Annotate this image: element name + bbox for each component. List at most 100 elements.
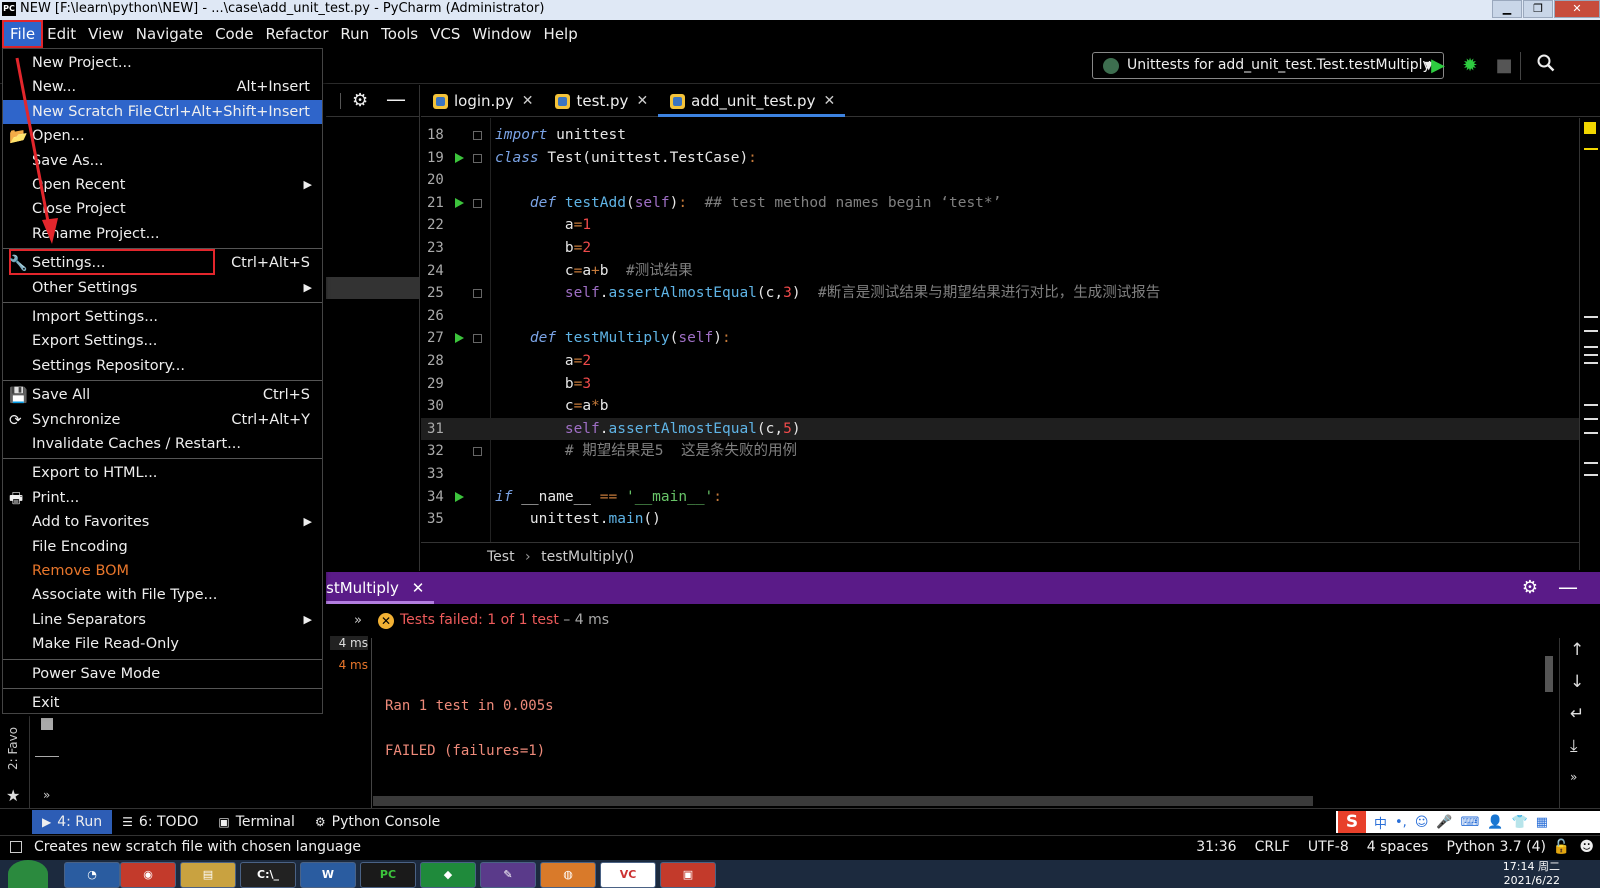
close-icon[interactable]: ✕: [412, 579, 425, 597]
editor-tab[interactable]: test.py ✕: [543, 85, 658, 117]
menu-item-file-encoding[interactable]: File Encoding: [3, 535, 322, 559]
gear-icon[interactable]: ⚙: [1522, 577, 1538, 598]
menu-edit[interactable]: Edit: [41, 22, 82, 46]
menu-item-remove-bom[interactable]: Remove BOM: [3, 559, 322, 583]
run-button[interactable]: ▶: [1426, 54, 1450, 78]
code-line[interactable]: 28 a=2: [421, 350, 1579, 373]
apps-icon[interactable]: ▦: [1536, 815, 1548, 830]
code-line[interactable]: 23 b=2: [421, 237, 1579, 260]
close-window-button[interactable]: ✕: [1554, 0, 1600, 18]
code-line[interactable]: 30 c=a*b: [421, 395, 1579, 418]
menu-help[interactable]: Help: [538, 22, 584, 46]
caret-position[interactable]: 31:36: [1196, 836, 1236, 858]
pycharm-icon[interactable]: PC: [360, 862, 416, 888]
vc-icon[interactable]: VC: [600, 862, 656, 888]
run-configuration-dropdown[interactable]: Unittests for add_unit_test.Test.testMul…: [1092, 52, 1444, 79]
run-gutter-icon[interactable]: [455, 197, 464, 208]
menu-item-power-save-mode[interactable]: Power Save Mode: [3, 662, 322, 686]
word-icon[interactable]: W: [300, 862, 356, 888]
arrow-down-icon[interactable]: ↓: [1570, 672, 1584, 692]
skin-icon[interactable]: 👕: [1512, 815, 1528, 830]
scroll-to-end-icon[interactable]: ⤓: [1570, 736, 1578, 756]
app-icon[interactable]: ◍: [540, 862, 596, 888]
menu-item-line-separators[interactable]: Line Separators ▶: [3, 608, 322, 632]
menu-item-new-scratch-file[interactable]: New Scratch File Ctrl+Alt+Shift+Insert: [3, 99, 322, 124]
chevron-right-icon[interactable]: »: [1570, 770, 1577, 784]
fold-marker-icon[interactable]: [473, 198, 482, 208]
hide-panel-icon[interactable]: —: [386, 87, 406, 111]
menu-item-save-all[interactable]: 💾 Save All Ctrl+S: [3, 383, 322, 407]
tool-button-terminal[interactable]: ▣ Terminal: [208, 810, 305, 834]
menu-item-other-settings[interactable]: Other Settings ▶: [3, 276, 322, 300]
editor-tab[interactable]: login.py ✕: [421, 85, 543, 117]
menu-item-make-file-read-only[interactable]: Make File Read-Only: [3, 632, 322, 656]
code-line[interactable]: 19 class Test(unittest.TestCase):: [421, 147, 1579, 170]
menu-item-export-to-html[interactable]: Export to HTML...: [3, 461, 322, 485]
gear-icon[interactable]: ⚙: [352, 90, 368, 111]
stop-button[interactable]: ■: [1492, 54, 1516, 78]
folder-icon[interactable]: ▤: [180, 862, 236, 888]
menu-tools[interactable]: Tools: [375, 22, 424, 46]
soft-wrap-icon[interactable]: ↵: [1570, 704, 1584, 724]
close-icon[interactable]: ✕: [636, 93, 648, 109]
minimize-button[interactable]: ▁: [1492, 0, 1522, 18]
run-gutter-icon[interactable]: [455, 152, 464, 163]
ime-toolbar[interactable]: S 中 •, ☺ 🎤 ⌨ 👤 👕 ▦: [1336, 811, 1600, 833]
chrome-icon[interactable]: ◉: [120, 862, 176, 888]
close-icon[interactable]: ✕: [522, 93, 534, 109]
start-button[interactable]: [8, 860, 48, 888]
app-icon[interactable]: ▣: [660, 862, 716, 888]
warning-stripe-icon[interactable]: [1584, 122, 1596, 134]
fold-marker-icon[interactable]: [473, 131, 482, 140]
fold-marker-icon[interactable]: [473, 153, 482, 163]
run-gutter-icon[interactable]: [455, 491, 464, 502]
menu-item-export-settings[interactable]: Export Settings...: [3, 329, 322, 353]
chevron-right-icon[interactable]: »: [354, 613, 362, 628]
test-root-time[interactable]: 4 ms: [330, 636, 368, 650]
menu-item-print[interactable]: 🖶 Print...: [3, 486, 322, 510]
menu-view[interactable]: View: [82, 22, 130, 46]
menu-item-settings-repository[interactable]: Settings Repository...: [3, 354, 322, 378]
tool-button-4-run[interactable]: ▶ 4: Run: [32, 809, 113, 834]
inspector-icon[interactable]: ☻: [1579, 836, 1594, 858]
chinese-mode-icon[interactable]: 中: [1374, 813, 1387, 832]
menu-refactor[interactable]: Refactor: [259, 22, 334, 46]
project-tree-selected-row[interactable]: [326, 277, 420, 299]
console-output[interactable]: Ran 1 test in 0.005s FAILED (failures=1): [373, 638, 1559, 808]
app-icon[interactable]: ✎: [480, 862, 536, 888]
fold-marker-icon[interactable]: [473, 334, 482, 344]
editor-tab[interactable]: add_unit_test.py ✕: [658, 85, 846, 117]
menu-run[interactable]: Run: [334, 22, 375, 46]
code-line[interactable]: 31 self.assertAlmostEqual(c,5): [421, 417, 1579, 441]
horizontal-scrollbar[interactable]: [373, 796, 1313, 806]
menu-navigate[interactable]: Navigate: [130, 22, 209, 46]
menu-item-close-project[interactable]: Close Project: [3, 197, 322, 221]
system-clock[interactable]: 17:14 周二 2021/6/22: [1503, 860, 1560, 888]
code-line[interactable]: 22 a=1: [421, 214, 1579, 237]
vertical-scrollbar[interactable]: [1545, 656, 1553, 692]
search-everywhere-button[interactable]: [1534, 54, 1558, 78]
test-results-tree[interactable]: 4 ms 4 ms: [326, 636, 372, 808]
menu-file[interactable]: File: [1, 20, 44, 48]
tool-button-python-console[interactable]: ⚙ Python Console: [305, 810, 450, 834]
code-line[interactable]: 29 b=3: [421, 373, 1579, 396]
code-line[interactable]: 27 def testMultiply(self):: [421, 327, 1579, 350]
code-line[interactable]: 26: [421, 305, 1579, 328]
lock-icon[interactable]: 🔓: [1553, 836, 1570, 858]
hide-icon[interactable]: —: [1558, 575, 1578, 599]
code-line[interactable]: 21 def testAdd(self): ## test method nam…: [421, 192, 1579, 215]
breadcrumb-method[interactable]: testMultiply(): [541, 549, 634, 565]
tool-windows-toggle-icon[interactable]: [10, 841, 22, 853]
code-line[interactable]: 34 if __name__ == '__main__':: [421, 486, 1579, 509]
menu-item-exit[interactable]: Exit: [3, 691, 322, 715]
debug-bug-icon[interactable]: ✹: [1458, 54, 1482, 78]
code-line[interactable]: 20: [421, 169, 1579, 192]
user-icon[interactable]: 👤: [1487, 815, 1503, 830]
menu-window[interactable]: Window: [466, 22, 537, 46]
tool-button-6-todo[interactable]: ☰ 6: TODO: [112, 810, 208, 834]
chevron-right-icon[interactable]: »: [43, 788, 50, 802]
emoji-icon[interactable]: ☺: [1415, 815, 1429, 830]
file-encoding[interactable]: UTF-8: [1308, 836, 1349, 858]
menu-item-associate-with-file-type[interactable]: Associate with File Type...: [3, 583, 322, 607]
taskbar-app-icon[interactable]: ◔: [64, 862, 120, 888]
